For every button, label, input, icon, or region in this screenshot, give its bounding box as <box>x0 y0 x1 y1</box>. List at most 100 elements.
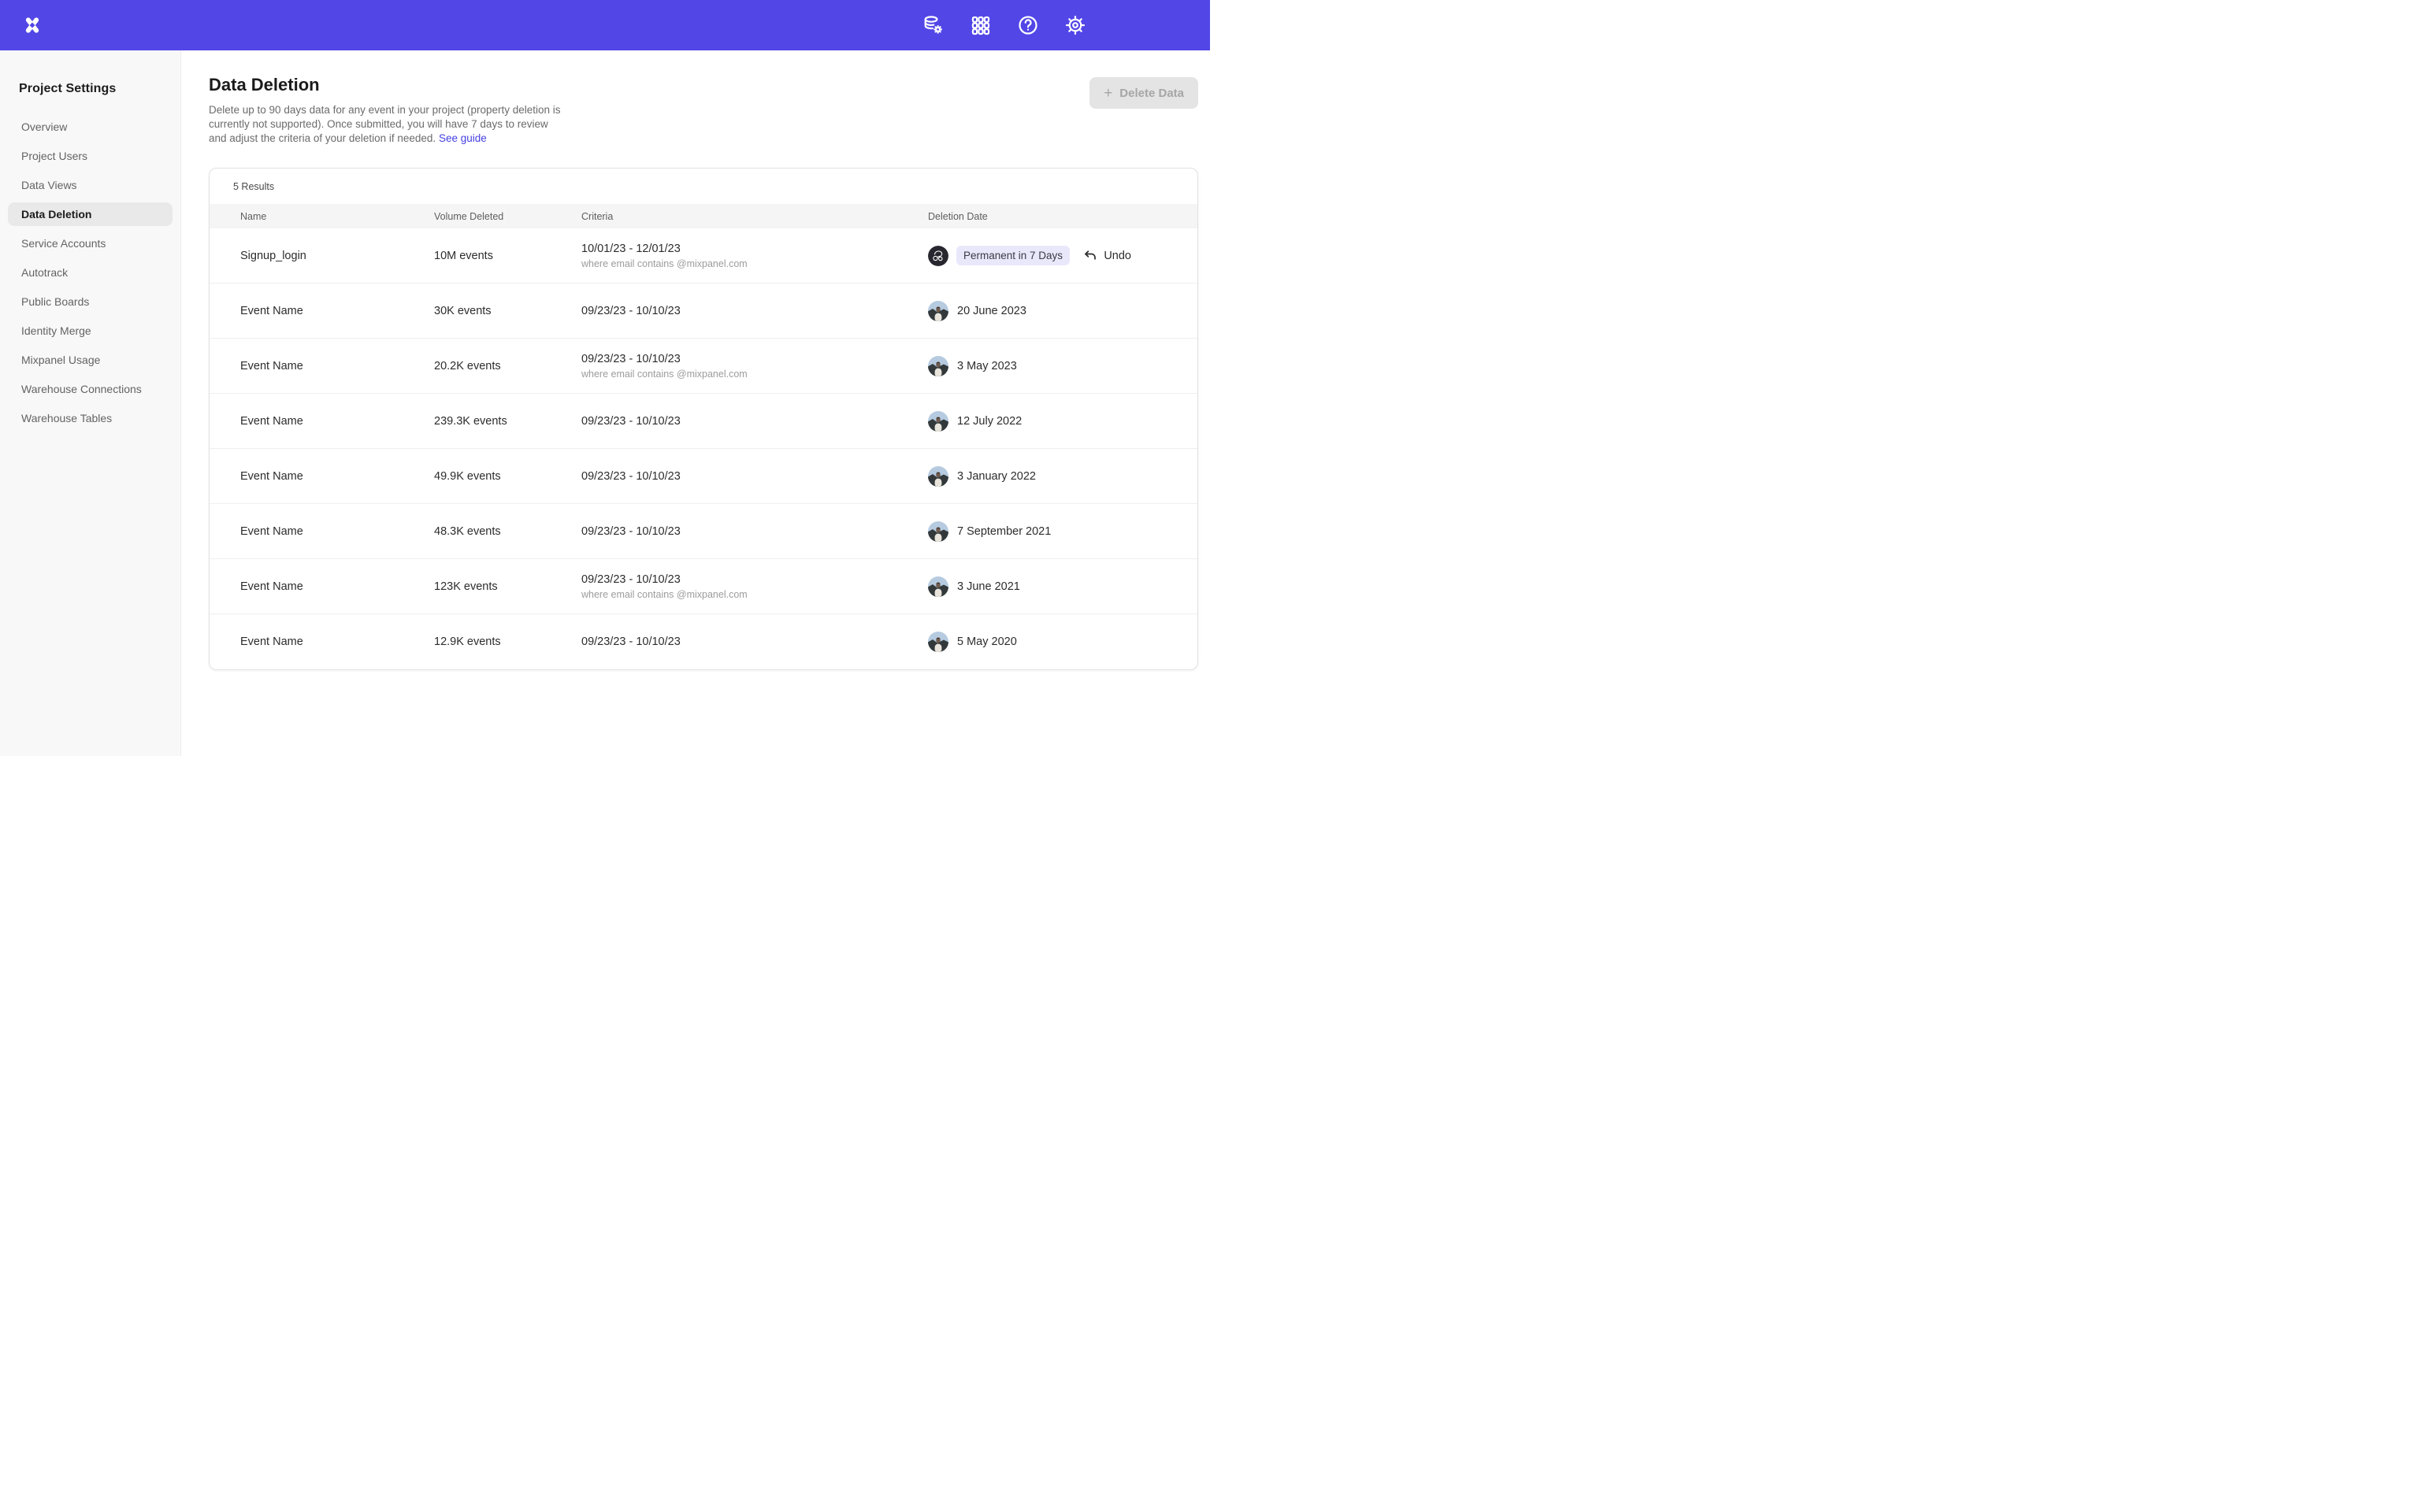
row-criteria-cell: 09/23/23 - 10/10/23 <box>581 525 928 538</box>
row-name: Event Name <box>240 305 434 317</box>
undo-icon <box>1083 249 1097 263</box>
sidebar-item-mixpanel-usage[interactable]: Mixpanel Usage <box>8 348 173 372</box>
row-criteria-cell: 10/01/23 - 12/01/23 where email contains… <box>581 243 928 269</box>
row-deletion-date-cell: 7 September 2021 <box>928 504 1197 558</box>
row-deletion-date-cell: Permanent in 7 Days Undo <box>928 228 1197 283</box>
data-management-icon[interactable] <box>922 14 945 36</box>
user-avatar <box>928 632 948 652</box>
user-avatar <box>928 301 948 321</box>
row-volume: 30K events <box>434 305 581 317</box>
deletion-date: 3 May 2023 <box>957 360 1017 372</box>
row-criteria-detail: where email contains @mixpanel.com <box>581 369 928 380</box>
mixpanel-logo-icon[interactable] <box>23 15 42 35</box>
row-name: Event Name <box>240 415 434 428</box>
user-avatar <box>928 246 948 266</box>
table-row: Event Name 30K events 09/23/23 - 10/10/2… <box>210 284 1197 339</box>
row-criteria-cell: 09/23/23 - 10/10/23 <box>581 636 928 648</box>
table-row: Event Name 123K events 09/23/23 - 10/10/… <box>210 559 1197 614</box>
row-deletion-date-cell: 5 May 2020 <box>928 614 1197 669</box>
row-name: Event Name <box>240 360 434 372</box>
table-row: Signup_login 10M events 10/01/23 - 12/01… <box>210 228 1197 284</box>
row-criteria: 09/23/23 - 10/10/23 <box>581 353 928 365</box>
column-header-criteria: Criteria <box>581 211 928 222</box>
column-header-name: Name <box>240 211 434 222</box>
row-criteria-cell: 09/23/23 - 10/10/23 <box>581 470 928 483</box>
sidebar-item-data-deletion[interactable]: Data Deletion <box>8 202 173 226</box>
page-title: Data Deletion <box>209 75 565 95</box>
row-criteria-cell: 09/23/23 - 10/10/23 <box>581 415 928 428</box>
deletion-date: 7 September 2021 <box>957 525 1051 538</box>
sidebar-item-autotrack[interactable]: Autotrack <box>8 261 173 284</box>
row-name: Event Name <box>240 470 434 483</box>
main-content: Data Deletion Delete up to 90 days data … <box>181 50 1210 756</box>
user-avatar <box>928 521 948 542</box>
page-head: Data Deletion Delete up to 90 days data … <box>209 75 1198 145</box>
column-header-volume-deleted: Volume Deleted <box>434 211 581 222</box>
user-avatar <box>928 356 948 376</box>
see-guide-link[interactable]: See guide <box>439 132 487 144</box>
undo-button[interactable]: Undo <box>1083 249 1131 263</box>
sidebar-item-warehouse-connections[interactable]: Warehouse Connections <box>8 377 173 401</box>
deletions-table-card: 5 Results Name Volume Deleted Criteria D… <box>209 168 1198 670</box>
row-criteria: 09/23/23 - 10/10/23 <box>581 573 928 586</box>
page-head-text: Data Deletion Delete up to 90 days data … <box>209 75 565 145</box>
table-row: Event Name 239.3K events 09/23/23 - 10/1… <box>210 394 1197 449</box>
sidebar-nav: Overview Project Users Data Views Data Dele… <box>8 115 173 430</box>
row-criteria-detail: where email contains @mixpanel.com <box>581 258 928 269</box>
topbar-icons <box>922 14 1086 36</box>
sidebar-item-public-boards[interactable]: Public Boards <box>8 290 173 313</box>
sidebar-item-overview[interactable]: Overview <box>8 115 173 139</box>
table-row: Event Name 49.9K events 09/23/23 - 10/10… <box>210 449 1197 504</box>
help-icon[interactable] <box>1017 14 1039 36</box>
apps-grid-icon[interactable] <box>970 14 992 36</box>
row-deletion-date-cell: 20 June 2023 <box>928 284 1197 338</box>
row-volume: 239.3K events <box>434 415 581 428</box>
table-row: Event Name 48.3K events 09/23/23 - 10/10… <box>210 504 1197 559</box>
results-count: 5 Results <box>210 169 1197 204</box>
row-criteria: 09/23/23 - 10/10/23 <box>581 525 928 538</box>
deletion-date: 20 June 2023 <box>957 305 1026 317</box>
row-criteria: 09/23/23 - 10/10/23 <box>581 470 928 483</box>
user-avatar <box>928 466 948 487</box>
page-description-text: Delete up to 90 days data for any event … <box>209 104 561 144</box>
app-root: Project Settings OverviewProject UsersDa… <box>0 0 1210 756</box>
row-criteria-cell: 09/23/23 - 10/10/23 where email contains… <box>581 573 928 600</box>
row-volume: 48.3K events <box>434 525 581 538</box>
delete-data-button-label: Delete Data <box>1119 87 1184 100</box>
row-volume: 10M events <box>434 250 581 262</box>
table-body: Signup_login 10M events 10/01/23 - 12/01… <box>210 228 1197 669</box>
deletion-date: 5 May 2020 <box>957 636 1017 648</box>
sidebar: Project Settings OverviewProject UsersDa… <box>0 50 181 756</box>
table-row: Event Name 20.2K events 09/23/23 - 10/10… <box>210 339 1197 394</box>
sidebar-item-service-accounts[interactable]: Service Accounts <box>8 232 173 255</box>
delete-data-button[interactable]: + Delete Data <box>1089 77 1198 109</box>
status-badge: Permanent in 7 Days <box>956 246 1070 265</box>
undo-label: Undo <box>1104 250 1131 262</box>
row-name: Event Name <box>240 525 434 538</box>
row-deletion-date-cell: 3 January 2022 <box>928 449 1197 503</box>
row-criteria: 10/01/23 - 12/01/23 <box>581 243 928 255</box>
sidebar-item-data-views[interactable]: Data Views <box>8 173 173 197</box>
deletion-date: 3 June 2021 <box>957 580 1020 593</box>
top-nav-bar <box>0 0 1210 50</box>
row-criteria-detail: where email contains @mixpanel.com <box>581 589 928 600</box>
row-name: Signup_login <box>240 250 434 262</box>
sidebar-item-identity-merge[interactable]: Identity Merge <box>8 319 173 343</box>
deletion-date: 12 July 2022 <box>957 415 1022 428</box>
row-criteria-cell: 09/23/23 - 10/10/23 <box>581 305 928 317</box>
column-header-deletion-date: Deletion Date <box>928 211 1197 222</box>
row-volume: 12.9K events <box>434 636 581 648</box>
row-criteria: 09/23/23 - 10/10/23 <box>581 636 928 648</box>
row-volume: 123K events <box>434 580 581 593</box>
row-name: Event Name <box>240 636 434 648</box>
sidebar-item-project-users[interactable]: Project Users <box>8 144 173 168</box>
sidebar-item-warehouse-tables[interactable]: Warehouse Tables <box>8 406 173 430</box>
row-criteria-cell: 09/23/23 - 10/10/23 where email contains… <box>581 353 928 380</box>
table-header-row: Name Volume Deleted Criteria Deletion Da… <box>210 204 1197 228</box>
row-deletion-date-cell: 3 May 2023 <box>928 339 1197 393</box>
deletion-date: 3 January 2022 <box>957 470 1036 483</box>
settings-icon[interactable] <box>1064 14 1086 36</box>
row-criteria: 09/23/23 - 10/10/23 <box>581 305 928 317</box>
page-description: Delete up to 90 days data for any event … <box>209 103 565 145</box>
row-volume: 20.2K events <box>434 360 581 372</box>
